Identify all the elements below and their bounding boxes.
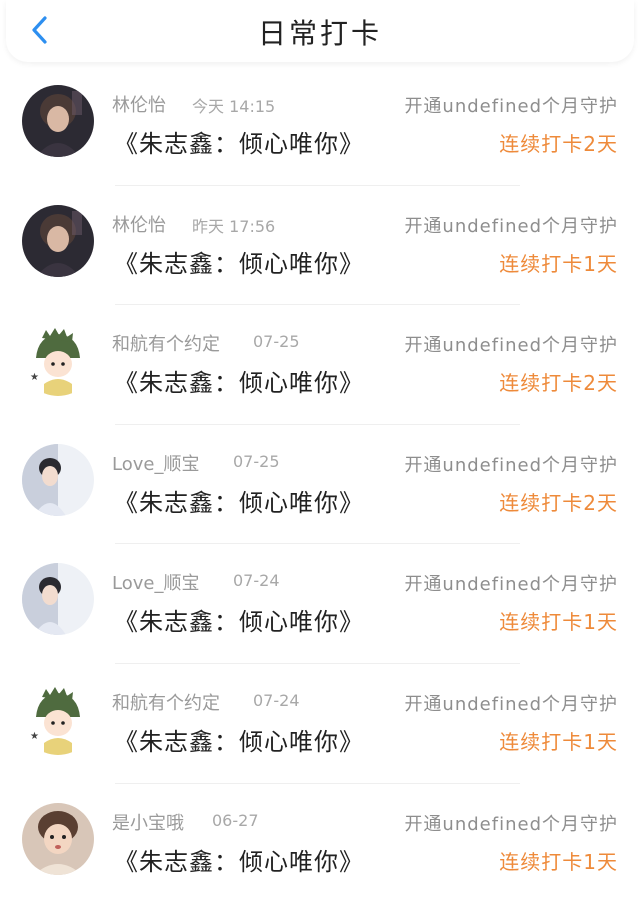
avatar[interactable] bbox=[22, 204, 94, 277]
list-item[interactable]: ★ 和航有个约定 07-25 《朱志鑫：倾心唯你》 开通undefined个月守… bbox=[0, 305, 640, 425]
avatar[interactable]: ★ bbox=[22, 324, 94, 397]
timestamp: 07-24 bbox=[253, 691, 300, 710]
timestamp: 07-24 bbox=[233, 571, 280, 591]
streak-badge: 连续打卡2天 bbox=[499, 132, 618, 156]
list-item[interactable]: 是小宝哦 06-27 《朱志鑫：倾心唯你》 开通undefined个月守护 连续… bbox=[0, 784, 640, 903]
checkin-message: 《朱志鑫：倾心唯你》 bbox=[114, 249, 364, 278]
guard-info: 开通undefined个月守护 bbox=[404, 454, 618, 476]
streak-badge: 连续打卡1天 bbox=[499, 730, 618, 754]
user-name: 林伦怡 bbox=[112, 214, 166, 236]
header-bar: 日常打卡 bbox=[6, 0, 634, 62]
timestamp: 07-25 bbox=[233, 451, 280, 471]
checkin-message: 《朱志鑫：倾心唯你》 bbox=[114, 728, 364, 756]
streak-badge: 连续打卡2天 bbox=[499, 371, 618, 396]
timestamp: 昨天 17:56 bbox=[192, 216, 276, 236]
list-item[interactable]: ★ 和航有个约定 07-24 《朱志鑫：倾心唯你》 开通undefined个月守… bbox=[0, 664, 640, 784]
user-name: 是小宝哦 bbox=[112, 812, 184, 834]
avatar[interactable] bbox=[22, 563, 94, 636]
guard-info: 开通undefined个月守护 bbox=[404, 574, 618, 596]
guard-info: 开通undefined个月守护 bbox=[404, 694, 618, 715]
avatar[interactable] bbox=[22, 802, 94, 875]
checkin-message: 《朱志鑫：倾心唯你》 bbox=[114, 488, 364, 517]
checkin-message: 《朱志鑫：倾心唯你》 bbox=[114, 847, 364, 876]
streak-badge: 连续打卡1天 bbox=[499, 849, 618, 874]
guard-info: 开通undefined个月守护 bbox=[404, 215, 618, 237]
timestamp: 今天 14:15 bbox=[192, 97, 276, 116]
list-item[interactable]: 林伦怡 今天 14:15 《朱志鑫：倾心唯你》 开通undefined个月守护 … bbox=[0, 66, 640, 186]
avatar[interactable] bbox=[22, 443, 94, 516]
avatar[interactable]: ★ bbox=[22, 683, 94, 755]
user-name: Love_顺宝 bbox=[112, 453, 200, 475]
svg-text:★: ★ bbox=[30, 731, 39, 742]
timestamp: 07-25 bbox=[253, 332, 300, 352]
svg-text:★: ★ bbox=[30, 372, 39, 383]
list-item[interactable]: 林伦怡 昨天 17:56 《朱志鑫：倾心唯你》 开通undefined个月守护 … bbox=[0, 186, 640, 306]
streak-badge: 连续打卡1天 bbox=[499, 610, 618, 635]
page-title: 日常打卡 bbox=[257, 17, 382, 50]
checkin-message: 《朱志鑫：倾心唯你》 bbox=[114, 608, 364, 637]
user-name: 和航有个约定 bbox=[112, 693, 220, 714]
user-name: Love_顺宝 bbox=[112, 573, 200, 595]
guard-info: 开通undefined个月守护 bbox=[404, 813, 618, 835]
checkin-message: 《朱志鑫：倾心唯你》 bbox=[114, 130, 364, 158]
list-item[interactable]: Love_顺宝 07-24 《朱志鑫：倾心唯你》 开通undefined个月守护… bbox=[0, 544, 640, 664]
guard-info: 开通undefined个月守护 bbox=[404, 96, 618, 117]
list-item[interactable]: Love_顺宝 07-25 《朱志鑫：倾心唯你》 开通undefined个月守护… bbox=[0, 425, 640, 545]
checkin-message: 《朱志鑫：倾心唯你》 bbox=[114, 369, 364, 398]
user-name: 林伦怡 bbox=[112, 95, 166, 116]
avatar[interactable] bbox=[22, 85, 94, 157]
guard-info: 开通undefined个月守护 bbox=[404, 335, 618, 357]
streak-badge: 连续打卡2天 bbox=[499, 490, 618, 515]
streak-badge: 连续打卡1天 bbox=[499, 251, 618, 276]
timestamp: 06-27 bbox=[212, 810, 259, 830]
user-name: 和航有个约定 bbox=[112, 334, 220, 356]
